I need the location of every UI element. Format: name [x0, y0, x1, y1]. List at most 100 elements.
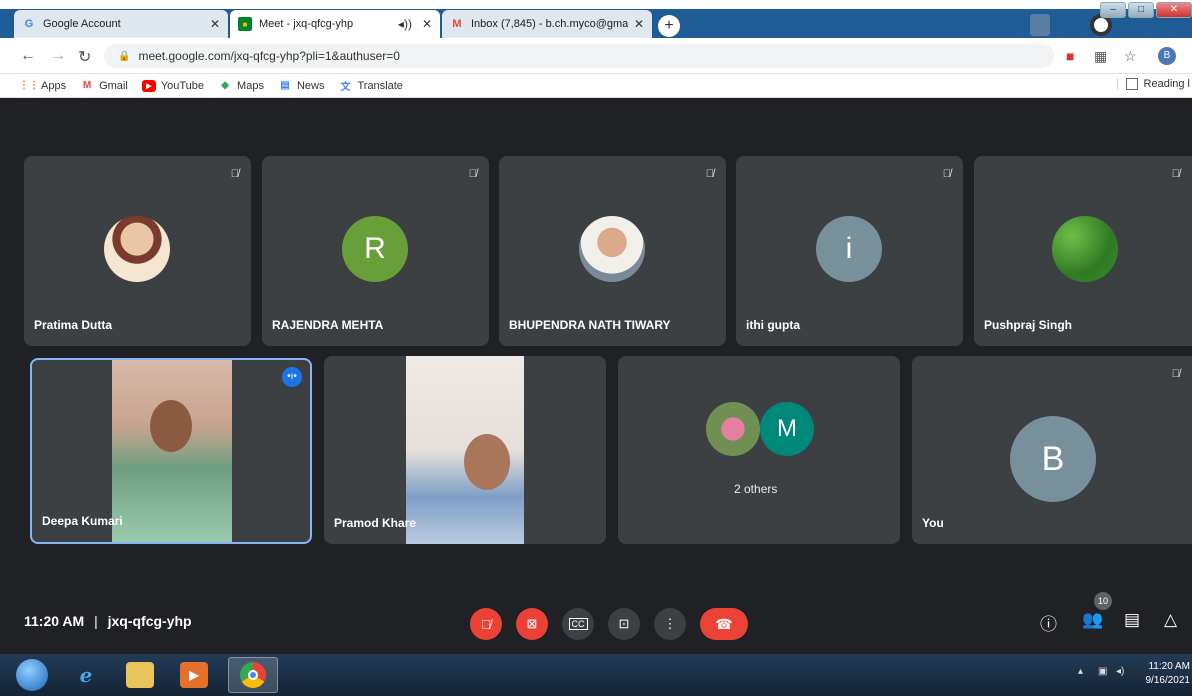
gmail-icon: M — [82, 80, 92, 91]
participant-tile[interactable]: 🎙̸ BHUPENDRA NATH TIWARY — [499, 156, 726, 346]
bookmark-label: Gmail — [99, 79, 128, 92]
media-player-icon[interactable]: ▶ — [180, 662, 208, 688]
participant-name: You — [922, 516, 944, 530]
browser-tab-strip: G Google Account ✕ ■ Meet - jxq-qfcg-yhp… — [0, 0, 1192, 38]
file-explorer-icon[interactable] — [126, 662, 154, 688]
meeting-time: 11:20 AM — [24, 613, 85, 629]
start-button[interactable] — [16, 659, 48, 691]
minimize-icon[interactable]: – — [1100, 2, 1126, 18]
audio-playing-icon[interactable]: ◂)) — [398, 17, 412, 31]
translate-icon: 文 — [340, 82, 351, 93]
activities-icon[interactable]: △ — [1164, 610, 1177, 630]
tab-gmail-inbox[interactable]: M Inbox (7,845) - b.ch.myco@gmai ✕ — [442, 10, 652, 38]
clock-date: 9/16/2021 — [1145, 675, 1191, 686]
maximize-icon[interactable]: □ — [1128, 2, 1154, 18]
others-count-label: 2 others — [734, 482, 778, 496]
participant-avatar: R — [342, 216, 408, 282]
tab-meet[interactable]: ■ Meet - jxq-qfcg-yhp ◂)) ✕ — [230, 10, 440, 38]
meet-icon: ■ — [238, 17, 252, 31]
participant-name: Pramod Khare — [334, 516, 417, 530]
qr-code-icon[interactable]: ▦ — [1094, 48, 1107, 65]
window-close-icon[interactable]: ✕ — [1156, 2, 1192, 18]
bookmark-label: YouTube — [160, 79, 205, 92]
captions-button[interactable]: CC — [562, 608, 594, 640]
window-controls: – □ ✕ — [1098, 2, 1192, 18]
meet-controls-bar: 11:20 AM | jxq-qfcg-yhp 🎙̸ ⊠ CC ⊡ ⋮ ☎ ⓘ … — [0, 592, 1192, 654]
present-button[interactable]: ⊡ — [608, 608, 640, 640]
participant-avatar: i — [816, 216, 882, 282]
tray-expand-icon[interactable]: ▴ — [1078, 666, 1083, 677]
participant-tile[interactable]: 🎙̸ Pushpraj Singh — [974, 156, 1192, 346]
camera-off-icon: ⊠ — [526, 616, 538, 631]
apps-grid-icon: ⋮⋮ — [19, 80, 39, 91]
lock-icon: 🔒 — [118, 50, 131, 62]
present-screen-icon: ⊡ — [618, 616, 630, 631]
news-icon: ▤ — [280, 80, 290, 91]
participant-tile[interactable]: 🎙̸ i ithi gupta — [736, 156, 963, 346]
camera-toggle-button[interactable]: ⊠ — [516, 608, 548, 640]
reading-list-label: Reading l — [1143, 78, 1190, 90]
chat-icon[interactable]: ▤ — [1124, 610, 1140, 630]
tab-title: Google Account — [43, 18, 121, 30]
participant-tile[interactable]: 🎙̸ R RAJENDRA MEHTA — [262, 156, 489, 346]
tab-title: Meet - jxq-qfcg-yhp — [259, 18, 354, 30]
meet-stage: 🎙̸ Pratima Dutta 🎙̸ R RAJENDRA MEHTA 🎙̸ … — [0, 98, 1192, 654]
participant-name: RAJENDRA MEHTA — [272, 318, 384, 332]
bookmark-maps[interactable]: ◆ Maps — [218, 80, 264, 92]
mic-toggle-button[interactable]: 🎙̸ — [470, 608, 502, 640]
participant-name: Pushpraj Singh — [984, 318, 1073, 332]
chrome-taskbar-button[interactable] — [228, 657, 278, 693]
new-tab-button[interactable]: + — [658, 15, 680, 37]
bookmark-apps[interactable]: ⋮⋮ Apps — [19, 80, 66, 92]
google-icon: G — [24, 18, 34, 30]
close-icon[interactable]: ✕ — [210, 17, 220, 31]
participant-photo — [104, 216, 170, 282]
participant-photo — [1052, 216, 1118, 282]
participant-name: Deepa Kumari — [42, 514, 123, 528]
participant-tile[interactable]: 🎙̸ Pratima Dutta — [24, 156, 251, 346]
mic-off-icon: 🎙̸ — [1171, 368, 1180, 380]
meeting-details: 11:20 AM | jxq-qfcg-yhp — [24, 613, 192, 629]
bookmark-news[interactable]: ▤ News — [278, 80, 324, 92]
participant-tile[interactable]: Pramod Khare — [324, 356, 606, 544]
volume-icon[interactable]: ◂) — [1116, 666, 1124, 677]
leave-call-button[interactable]: ☎ — [700, 608, 748, 640]
back-arrow-icon[interactable]: ← — [20, 47, 36, 65]
internet-explorer-icon[interactable]: e — [72, 662, 100, 688]
bookmarks-bar: ⋮⋮ Apps M Gmail ▶ YouTube ◆ Maps ▤ News … — [0, 74, 1192, 98]
participant-name: BHUPENDRA NATH TIWARY — [509, 318, 671, 332]
meeting-code: jxq-qfcg-yhp — [107, 613, 192, 629]
reading-list[interactable]: Reading l — [1116, 78, 1190, 90]
face-shape — [150, 400, 192, 452]
star-icon[interactable]: ☆ — [1124, 48, 1137, 65]
bookmark-translate[interactable]: 文 Translate — [338, 80, 402, 94]
participant-tile-active-speaker[interactable]: •ı• Deepa Kumari — [30, 358, 312, 544]
participant-tile-others[interactable]: M 2 others — [618, 356, 900, 544]
close-icon[interactable]: ✕ — [634, 17, 644, 31]
mic-off-icon: 🎙̸ — [705, 168, 714, 180]
extension-icon[interactable]: ■ — [1066, 48, 1074, 64]
participant-tile-self[interactable]: 🎙̸ B You — [912, 356, 1192, 544]
address-bar-row: ← → ↻ 🔒 meet.google.com/jxq-qfcg-yhp?pli… — [0, 38, 1192, 74]
more-vert-icon: ⋮ — [663, 616, 677, 631]
captions-icon: CC — [568, 618, 588, 630]
people-icon[interactable]: 👥 — [1082, 610, 1103, 630]
participant-video — [112, 360, 232, 542]
mic-off-icon: 🎙̸ — [481, 616, 491, 632]
bookmark-gmail[interactable]: M Gmail — [80, 80, 128, 92]
profile-avatar[interactable]: B — [1158, 47, 1176, 65]
network-icon[interactable]: ▣ — [1098, 666, 1107, 677]
close-icon[interactable]: ✕ — [422, 17, 432, 31]
more-options-button[interactable]: ⋮ — [654, 608, 686, 640]
meeting-info-icon[interactable]: ⓘ — [1040, 610, 1057, 635]
pinned-extension-icon[interactable] — [1030, 14, 1050, 36]
tab-google-account[interactable]: G Google Account ✕ — [14, 10, 228, 38]
mic-off-icon: 🎙̸ — [1171, 168, 1180, 180]
forward-arrow-icon[interactable]: → — [50, 47, 66, 65]
url-field[interactable]: 🔒 meet.google.com/jxq-qfcg-yhp?pli=1&aut… — [104, 44, 1054, 68]
clock-time: 11:20 AM — [1148, 661, 1190, 672]
reload-icon[interactable]: ↻ — [78, 47, 91, 67]
tab-title: Inbox (7,845) - b.ch.myco@gmai — [471, 18, 628, 30]
face-shape — [464, 434, 510, 490]
bookmark-youtube[interactable]: ▶ YouTube — [141, 79, 205, 92]
